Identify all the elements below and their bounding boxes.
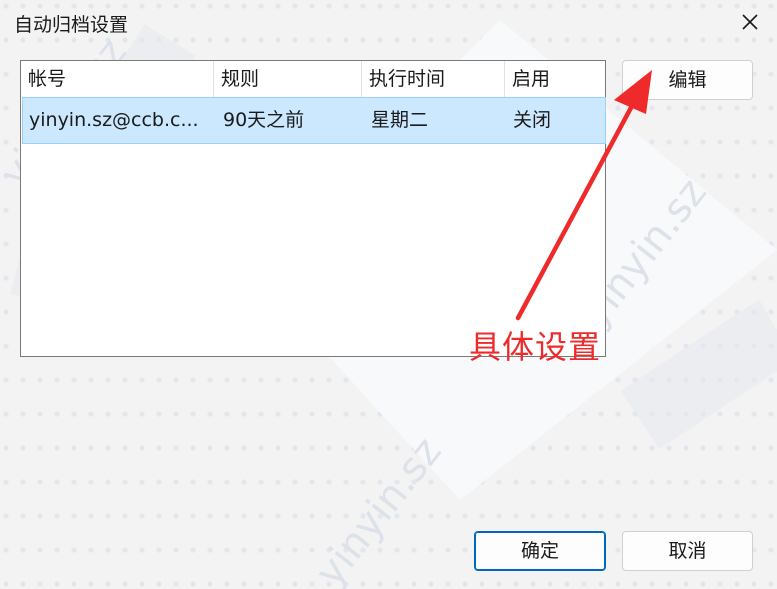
cell-time: 星期二 (371, 109, 429, 131)
close-button[interactable] (730, 4, 770, 40)
column-header-rule[interactable]: 规则 (214, 61, 362, 97)
column-header-account[interactable]: 帐号 (21, 61, 214, 97)
cell-enabled: 关闭 (513, 109, 552, 131)
archive-rules-list[interactable]: 帐号 规则 执行时间 启用 yinyin.sz@ccb.c... 90天之前 星… (20, 60, 606, 357)
watermark-text: yinyin.sz (307, 429, 451, 589)
cancel-button[interactable]: 取消 (622, 531, 753, 571)
column-header-enabled[interactable]: 启用 (505, 61, 605, 97)
annotation-label: 具体设置 (469, 328, 602, 366)
ok-button[interactable]: 确定 (474, 531, 606, 571)
table-row[interactable]: yinyin.sz@ccb.c... 90天之前 星期二 关闭 (22, 97, 606, 144)
cell-rule: 90天之前 (223, 109, 305, 131)
auto-archive-settings-dialog: yinyin.sz yinyin.sz yinyin.sz 自动归档设置 帐号 … (0, 0, 777, 589)
list-header: 帐号 规则 执行时间 启用 (21, 61, 605, 97)
title-bar: 自动归档设置 (0, 0, 777, 44)
window-title: 自动归档设置 (14, 14, 129, 36)
column-header-time[interactable]: 执行时间 (362, 61, 505, 97)
close-icon (742, 14, 758, 30)
edit-button[interactable]: 编辑 (622, 60, 753, 100)
cell-account: yinyin.sz@ccb.c... (29, 109, 199, 131)
